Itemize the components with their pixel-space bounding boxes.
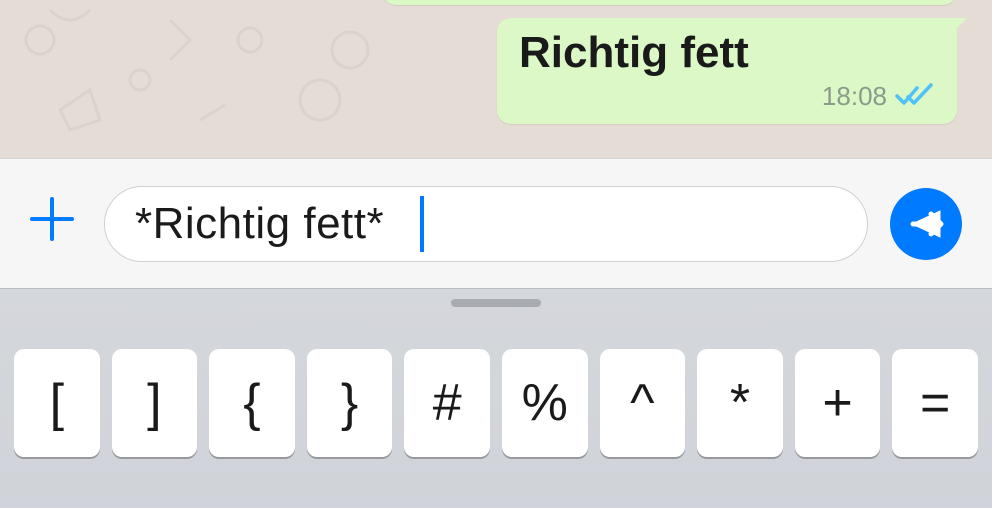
message-timestamp: 18:08 bbox=[822, 81, 887, 112]
send-button[interactable] bbox=[890, 188, 962, 260]
keyboard-row: [ ] { } # % ^ * + = bbox=[0, 289, 992, 457]
previous-message-bubble bbox=[382, 0, 957, 5]
keyboard[interactable]: [ ] { } # % ^ * + = bbox=[0, 288, 992, 508]
key-caret[interactable]: ^ bbox=[600, 349, 686, 457]
key-bracket-right[interactable]: ] bbox=[112, 349, 198, 457]
plus-icon bbox=[26, 193, 78, 245]
message-input[interactable]: *Richtig fett* bbox=[104, 186, 868, 262]
attach-button[interactable] bbox=[22, 193, 82, 255]
text-cursor bbox=[420, 196, 424, 252]
outgoing-message-bubble[interactable]: Richtig fett 18:08 bbox=[497, 18, 957, 124]
key-equals[interactable]: = bbox=[892, 349, 978, 457]
key-hash[interactable]: # bbox=[404, 349, 490, 457]
message-text: Richtig fett bbox=[519, 28, 935, 79]
keyboard-handle-icon[interactable] bbox=[451, 299, 541, 307]
message-input-bar: *Richtig fett* bbox=[0, 158, 992, 288]
send-icon bbox=[907, 205, 945, 243]
key-asterisk[interactable]: * bbox=[697, 349, 783, 457]
key-percent[interactable]: % bbox=[502, 349, 588, 457]
message-meta: 18:08 bbox=[519, 81, 935, 112]
chat-area[interactable]: Richtig fett 18:08 bbox=[0, 0, 992, 158]
key-plus[interactable]: + bbox=[795, 349, 881, 457]
key-brace-right[interactable]: } bbox=[307, 349, 393, 457]
read-receipt-icon bbox=[895, 83, 935, 109]
key-brace-left[interactable]: { bbox=[209, 349, 295, 457]
input-value: *Richtig fett* bbox=[135, 199, 384, 249]
key-bracket-left[interactable]: [ bbox=[14, 349, 100, 457]
